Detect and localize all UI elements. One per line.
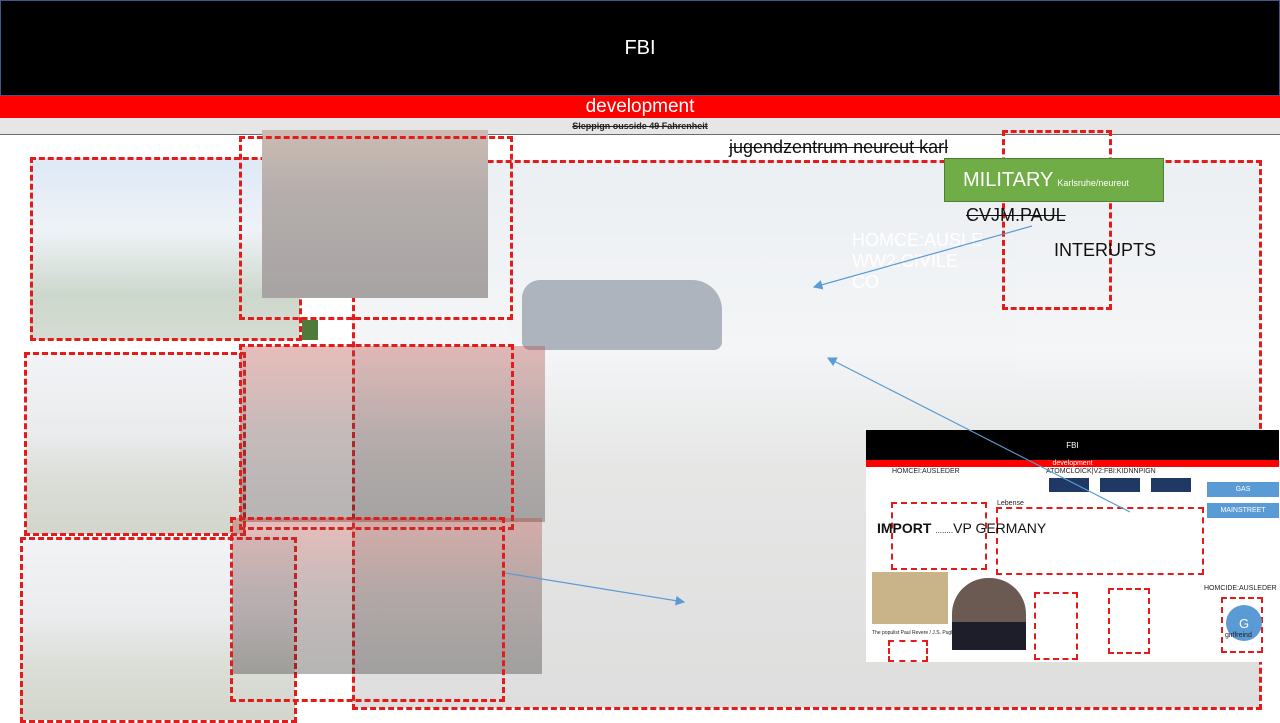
arrow-office — [504, 572, 686, 606]
arrows-layer — [504, 225, 1131, 606]
arrow-inset — [826, 357, 1131, 513]
arrow-interrupts — [812, 225, 1033, 290]
